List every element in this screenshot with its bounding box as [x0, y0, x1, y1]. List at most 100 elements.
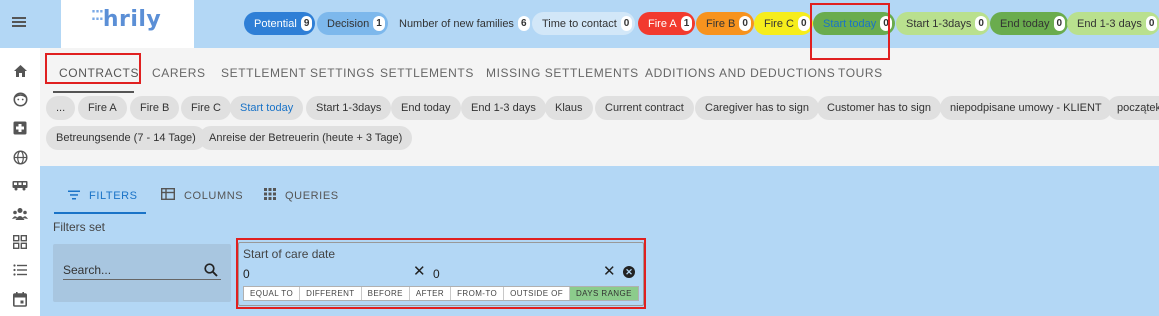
quick-filter-caregiver-has-to-sign[interactable]: Caregiver has to sign — [695, 96, 819, 120]
tab-columns-label: COLUMNS — [184, 189, 244, 202]
tab-additions-and-deductions[interactable]: ADDITIONS AND DEDUCTIONS — [645, 66, 835, 80]
mode-outside-of[interactable]: OUTSIDE OF — [504, 287, 570, 300]
bus-icon[interactable] — [11, 176, 29, 194]
chip-label: Fire C — [764, 17, 794, 30]
home-icon[interactable] — [11, 62, 29, 80]
chip-count: 1 — [373, 16, 385, 31]
chip-label: Fire A — [648, 17, 677, 30]
globe-icon[interactable] — [11, 148, 29, 166]
date-mode-selector: EQUAL TO DIFFERENT BEFORE AFTER FROM-TO … — [243, 286, 639, 301]
chip-label: End today — [1000, 17, 1050, 30]
mode-from-to[interactable]: FROM-TO — [451, 287, 505, 300]
chip-fire-a[interactable]: Fire A1 — [638, 12, 696, 35]
mode-days-range[interactable]: DAYS RANGE — [569, 287, 638, 300]
logo[interactable]: ⁚⁚⁚hrily — [91, 7, 161, 32]
chip-new-families[interactable]: Number of new families 6 — [389, 12, 533, 35]
quick-filters-row-2: Betreungsende (7 - 14 Tage) Anreise der … — [40, 124, 1159, 154]
chip-label: Start 1-3days — [906, 17, 972, 30]
chip-label: Start today — [823, 17, 877, 30]
remove-filter-icon[interactable]: ✕ — [623, 266, 635, 278]
quick-filter-betreungsende[interactable]: Betreungsende (7 - 14 Tage) — [46, 126, 206, 150]
filters-set-label: Filters set — [53, 220, 106, 234]
quick-filter-niepodpisane-umowy[interactable]: niepodpisane umowy - KLIENT — [940, 96, 1112, 120]
mode-equal-to[interactable]: EQUAL TO — [244, 287, 301, 300]
menu-icon[interactable] — [12, 17, 26, 27]
quick-filter-start-today[interactable]: Start today — [230, 96, 304, 120]
quick-filter-fire-a[interactable]: Fire A — [78, 96, 127, 120]
columns-icon — [160, 187, 176, 203]
search-icon[interactable] — [204, 263, 218, 277]
filter-panel: FILTERS COLUMNS QUERIES Filters set Star… — [40, 166, 1159, 316]
active-tab-indicator — [53, 91, 134, 93]
dashboard-grid-icon[interactable] — [11, 233, 29, 251]
quick-filter-more[interactable]: ... — [46, 96, 76, 120]
tab-queries[interactable]: QUERIES — [264, 188, 339, 203]
mode-before[interactable]: BEFORE — [362, 287, 410, 300]
face-icon[interactable] — [11, 90, 29, 108]
chip-end-1-3-days[interactable]: End 1-3 days 0 — [1067, 12, 1159, 35]
quick-filter-anreise-der-betreuerin[interactable]: Anreise der Betreuerin (heute + 3 Tage) — [199, 126, 413, 150]
chip-end-today[interactable]: End today 0 — [990, 12, 1069, 35]
chip-count: 0 — [880, 16, 892, 31]
chip-count: 0 — [620, 16, 633, 31]
chip-fire-b[interactable]: Fire B0 — [696, 12, 754, 35]
start-of-care-date-filter: Start of care date 0 ✕ 0 ✕ ✕ EQUAL TO DI… — [238, 242, 644, 306]
top-bar: ⁚⁚⁚hrily Potential 9 Decision 1 Number of … — [0, 0, 1159, 48]
chip-fire-c[interactable]: Fire C0 — [754, 12, 813, 35]
quick-filter-klaus[interactable]: Klaus — [545, 96, 593, 120]
chip-potential[interactable]: Potential 9 — [244, 12, 316, 35]
mode-different[interactable]: DIFFERENT — [300, 287, 362, 300]
mode-after[interactable]: AFTER — [410, 287, 452, 300]
quick-filter-fire-b[interactable]: Fire B — [130, 96, 180, 120]
quick-filter-end-1-3-days[interactable]: End 1-3 days — [461, 96, 546, 120]
tab-columns[interactable]: COLUMNS — [160, 187, 244, 203]
chip-count: 0 — [797, 16, 810, 31]
tab-settlement-settings[interactable]: SETTLEMENT SETTINGS — [221, 66, 375, 80]
chip-count: 9 — [300, 16, 313, 31]
tab-settlements[interactable]: SETTLEMENTS — [380, 66, 474, 80]
chip-count: 0 — [975, 16, 987, 31]
search-container — [53, 244, 231, 302]
chip-label: End 1-3 days — [1077, 17, 1142, 30]
quick-filter-fire-c[interactable]: Fire C — [181, 96, 231, 120]
clear-to-icon[interactable]: ✕ — [603, 264, 616, 279]
grid-dots-icon — [264, 188, 276, 203]
tab-filters[interactable]: FILTERS — [68, 188, 138, 203]
chip-count: 0 — [1145, 16, 1158, 31]
calendar-icon[interactable] — [11, 290, 29, 308]
quick-filter-end-today[interactable]: End today — [391, 96, 461, 120]
logo-container: ⁚⁚⁚hrily — [61, 0, 194, 48]
chip-count: 1 — [680, 16, 693, 31]
medical-cross-icon[interactable] — [11, 119, 29, 137]
tab-contracts[interactable]: CONTRACTS — [59, 66, 139, 80]
date-to-field[interactable]: 0 — [433, 265, 440, 283]
tab-queries-label: QUERIES — [285, 189, 339, 202]
chip-start-1-3days[interactable]: Start 1-3days 0 — [896, 12, 990, 35]
sidebar — [0, 48, 40, 316]
chip-count: 6 — [517, 16, 530, 31]
chip-label: Time to contact — [542, 17, 617, 30]
filter-lines-icon — [68, 188, 80, 203]
chip-label: Fire B — [706, 17, 736, 30]
clear-from-icon[interactable]: ✕ — [413, 264, 426, 279]
people-icon[interactable] — [11, 205, 29, 223]
date-from-field[interactable]: 0 — [243, 265, 250, 283]
quick-filter-start-1-3days[interactable]: Start 1-3days — [306, 96, 392, 120]
chip-count: 0 — [1053, 16, 1066, 31]
chip-decision[interactable]: Decision 1 — [317, 12, 388, 35]
search-input[interactable] — [63, 260, 221, 280]
quick-filters-row-1: ... Fire A Fire B Fire C Start today Sta… — [40, 94, 1159, 124]
chip-count: 0 — [739, 16, 751, 31]
main-tabs: CONTRACTS CARERS SETTLEMENT SETTINGS SET… — [40, 48, 1159, 94]
quick-filter-poczatek[interactable]: początek — [1107, 96, 1159, 120]
active-panel-tab-indicator — [54, 212, 146, 214]
chip-label: Potential — [254, 17, 297, 30]
tab-missing-settlements[interactable]: MISSING SETTLEMENTS — [486, 66, 639, 80]
tab-carers[interactable]: CARERS — [152, 66, 206, 80]
chip-time-to-contact[interactable]: Time to contact 0 — [532, 12, 636, 35]
quick-filter-current-contract[interactable]: Current contract — [595, 96, 694, 120]
chip-start-today[interactable]: Start today 0 — [813, 12, 895, 35]
quick-filter-customer-has-to-sign[interactable]: Customer has to sign — [817, 96, 941, 120]
list-icon[interactable] — [11, 261, 29, 279]
tab-tours[interactable]: TOURS — [838, 66, 883, 80]
